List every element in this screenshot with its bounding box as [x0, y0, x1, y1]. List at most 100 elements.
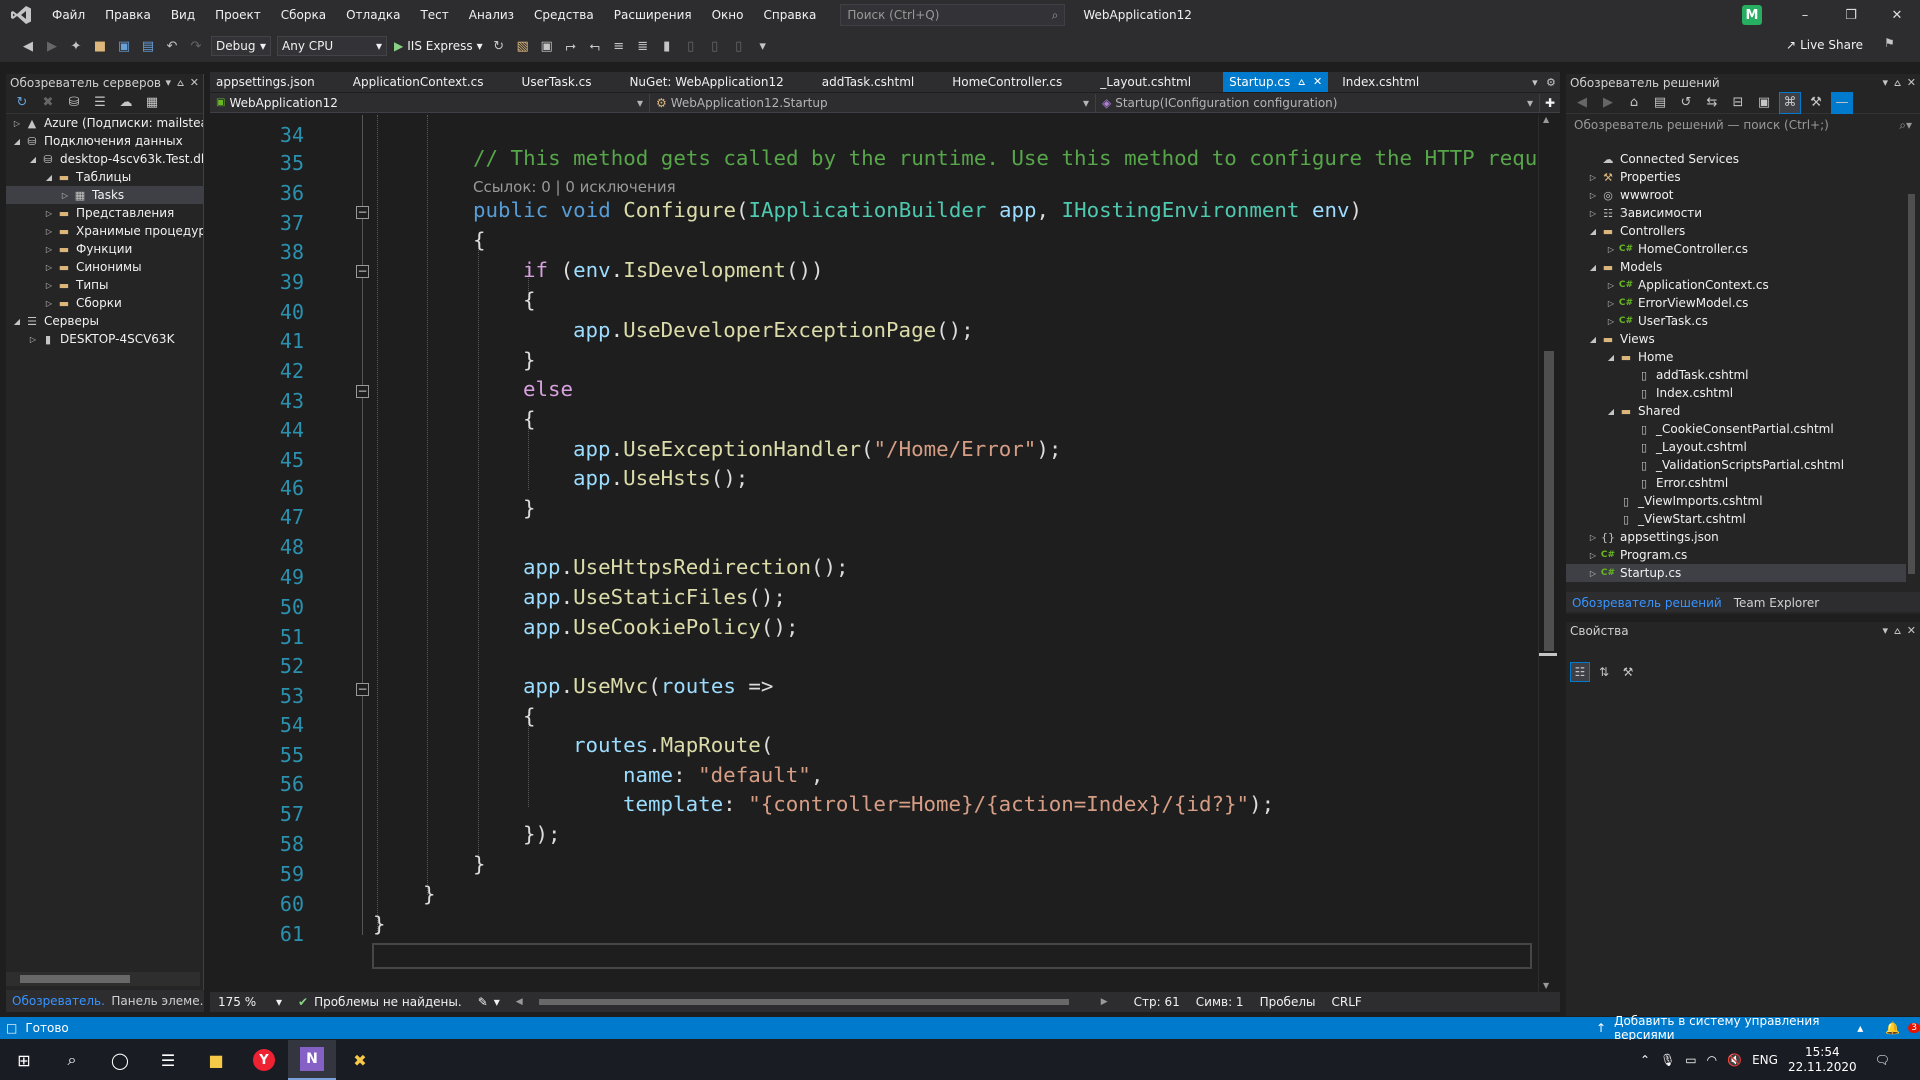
properties-wrench-icon[interactable]: ⚒	[1805, 92, 1827, 114]
collapsed-arrow-icon[interactable]: ▷	[1604, 317, 1618, 326]
collapsed-arrow-icon[interactable]: ▷	[1604, 245, 1618, 254]
collapsed-arrow-icon[interactable]: ▷	[1604, 281, 1618, 290]
switch-views-icon[interactable]: ▤	[1649, 92, 1671, 114]
tree-item[interactable]: ▷ ▬ Сборки	[6, 294, 203, 312]
document-tab[interactable]: UserTask.cs	[516, 72, 598, 92]
menu-item[interactable]: Справка	[753, 0, 826, 30]
tree-item[interactable]: ▷ ▬ Хранимые процедуры	[6, 222, 203, 240]
pin-icon[interactable]: ⩟	[1894, 624, 1901, 638]
menu-item[interactable]: Вид	[161, 0, 205, 30]
expanded-arrow-icon[interactable]: ◢	[42, 173, 56, 182]
show-all-files-icon[interactable]: ▣	[1753, 92, 1775, 114]
scroll-up-icon[interactable]: ▲	[1543, 115, 1549, 124]
expanded-arrow-icon[interactable]: ◢	[10, 137, 24, 146]
expanded-arrow-icon[interactable]: ◢	[1604, 407, 1618, 416]
collapsed-arrow-icon[interactable]: ▷	[10, 119, 24, 128]
menu-item[interactable]: Окно	[702, 0, 754, 30]
zoom-dropdown[interactable]: 175 % ▾	[210, 995, 290, 1009]
issues-indicator[interactable]: ✔ Проблемы не найдены.	[290, 995, 470, 1009]
tab-server-explorer[interactable]: Обозреватель...	[6, 990, 105, 1012]
tree-item[interactable]: ▯ _ViewStart.cshtml	[1566, 510, 1906, 528]
pin-icon[interactable]: ⩟	[177, 76, 184, 90]
tab-team-explorer[interactable]: Team Explorer	[1728, 592, 1826, 612]
tree-item[interactable]: ☁ Connected Services	[1566, 150, 1906, 168]
horizontal-scrollbar[interactable]	[6, 972, 200, 986]
menu-item[interactable]: Отладка	[336, 0, 410, 30]
tree-item[interactable]: ▷ ▮ DESKTOP-4SCV63K	[6, 330, 203, 348]
menu-item[interactable]: Тест	[410, 0, 458, 30]
platform-dropdown[interactable]: Any CPU ▾	[277, 36, 387, 56]
screenshot-icon[interactable]: ▣	[536, 35, 558, 57]
tree-item[interactable]: ▷ C# Program.cs	[1566, 546, 1906, 564]
restore-icon[interactable]: ❐	[1828, 0, 1874, 30]
tree-item[interactable]: ▷ ▬ Функции	[6, 240, 203, 258]
pending-changes-icon[interactable]: ↺	[1675, 92, 1697, 114]
output-window-icon[interactable]: □	[6, 1021, 17, 1035]
minimize-panel-icon[interactable]: —	[1831, 91, 1853, 114]
language-indicator[interactable]: ENG	[1752, 1053, 1778, 1067]
document-tab[interactable]: _Layout.cshtml	[1094, 72, 1197, 92]
connect-azure-icon[interactable]: ☁	[115, 92, 137, 114]
code-editor[interactable]: 34 35 36 37 38 39 40 41 42 43 44 45 46 47 48 49 50 51 52 53…	[210, 115, 1536, 995]
document-tab[interactable]: Index.cshtml	[1336, 72, 1425, 92]
tree-item[interactable]: ◢ ▬ Home	[1566, 348, 1906, 366]
collapsed-arrow-icon[interactable]: ▷	[58, 191, 72, 200]
editor-vertical-scrollbar[interactable]: ▲ ▼	[1538, 115, 1557, 995]
tree-item[interactable]: ▷ ▬ Синонимы	[6, 258, 203, 276]
tree-item[interactable]: ▷ C# Startup.cs	[1566, 564, 1906, 582]
home-icon[interactable]: ⌂	[1623, 92, 1645, 114]
windows-start-icon[interactable]: ⊞	[0, 1040, 48, 1080]
tree-item[interactable]: ▷ C# ApplicationContext.cs	[1566, 276, 1906, 294]
menu-item[interactable]: Проект	[205, 0, 271, 30]
tree-item[interactable]: ▷ C# ErrorViewModel.cs	[1566, 294, 1906, 312]
project-dropdown[interactable]: ▣ WebApplication12 ▾	[210, 93, 650, 112]
document-tab[interactable]: appsettings.json	[210, 72, 321, 92]
show-hidden-icons-icon[interactable]: ⌃	[1640, 1053, 1650, 1067]
tree-item[interactable]: ▷ ▬ Представления	[6, 204, 203, 222]
close-icon[interactable]: ✕	[1313, 75, 1322, 89]
property-pages-icon[interactable]: ⚒	[1618, 662, 1638, 682]
microphone-icon[interactable]: 🎙	[1660, 1053, 1675, 1067]
file-explorer-icon[interactable]: ■	[192, 1040, 240, 1080]
class-dropdown[interactable]: ⚙ WebApplication12.Startup ▾	[650, 93, 1096, 112]
tree-item[interactable]: ▯ _Layout.cshtml	[1566, 438, 1906, 456]
pin-icon[interactable]: ⩟	[1298, 75, 1305, 89]
document-tab[interactable]: ApplicationContext.cs	[347, 72, 490, 92]
tree-item[interactable]: ▷{} appsettings.json	[1566, 528, 1906, 546]
close-icon[interactable]: ✕	[1907, 624, 1916, 638]
save-icon[interactable]: ▣	[113, 35, 135, 57]
collapsed-arrow-icon[interactable]: ▷	[1586, 551, 1600, 560]
document-tab[interactable]: HomeController.cs	[946, 72, 1068, 92]
tree-item[interactable]: ◢ ▬ Models	[1566, 258, 1906, 276]
codelens-references[interactable]: Ссылок: 0 | 0 исключения	[473, 178, 676, 196]
code-cleanup-button[interactable]: ✎ ▾	[470, 995, 508, 1009]
expanded-arrow-icon[interactable]: ◢	[26, 155, 40, 164]
menu-item[interactable]: Анализ	[459, 0, 524, 30]
preview-icon[interactable]: ⌘	[1779, 91, 1801, 114]
tab-solution-explorer[interactable]: Обозреватель решений	[1566, 592, 1728, 612]
collapsed-arrow-icon[interactable]: ▷	[26, 335, 40, 344]
notifications-bell-icon[interactable]: 🔔	[1885, 1021, 1900, 1035]
new-project-icon[interactable]: ✦	[65, 35, 87, 57]
live-share-button[interactable]: ↗ Live Share	[1786, 38, 1863, 52]
back-icon[interactable]: ◀	[1571, 92, 1593, 114]
collapsed-arrow-icon[interactable]: ▷	[42, 245, 56, 254]
close-icon[interactable]: ✕	[190, 76, 199, 90]
volume-muted-icon[interactable]: 🔇	[1727, 1053, 1742, 1067]
account-avatar[interactable]: M	[1742, 5, 1762, 25]
bookmark-icon[interactable]: ▮	[656, 35, 678, 57]
collapse-icon[interactable]: −	[356, 265, 369, 278]
editor-horizontal-scrollbar[interactable]	[538, 997, 1085, 1007]
menu-item[interactable]: Правка	[95, 0, 161, 30]
sync-icon[interactable]: ⇆	[1701, 92, 1723, 114]
tree-item[interactable]: ▷ C# UserTask.cs	[1566, 312, 1906, 330]
dropdown-icon[interactable]: ▾	[1883, 624, 1889, 638]
search-icon[interactable]: ⌕	[48, 1040, 96, 1080]
scroll-left-icon[interactable]: ◀	[508, 997, 531, 1007]
battery-icon[interactable]: ▭	[1685, 1053, 1696, 1067]
alphabetical-icon[interactable]: ⇅	[1594, 662, 1614, 682]
solution-search-input[interactable]: Обозреватель решений — поиск (Ctrl+;) ⌕▾	[1570, 116, 1916, 134]
collapse-icon[interactable]: −	[356, 683, 369, 696]
expanded-arrow-icon[interactable]: ◢	[1586, 335, 1600, 344]
collapsed-arrow-icon[interactable]: ▷	[1586, 173, 1600, 182]
